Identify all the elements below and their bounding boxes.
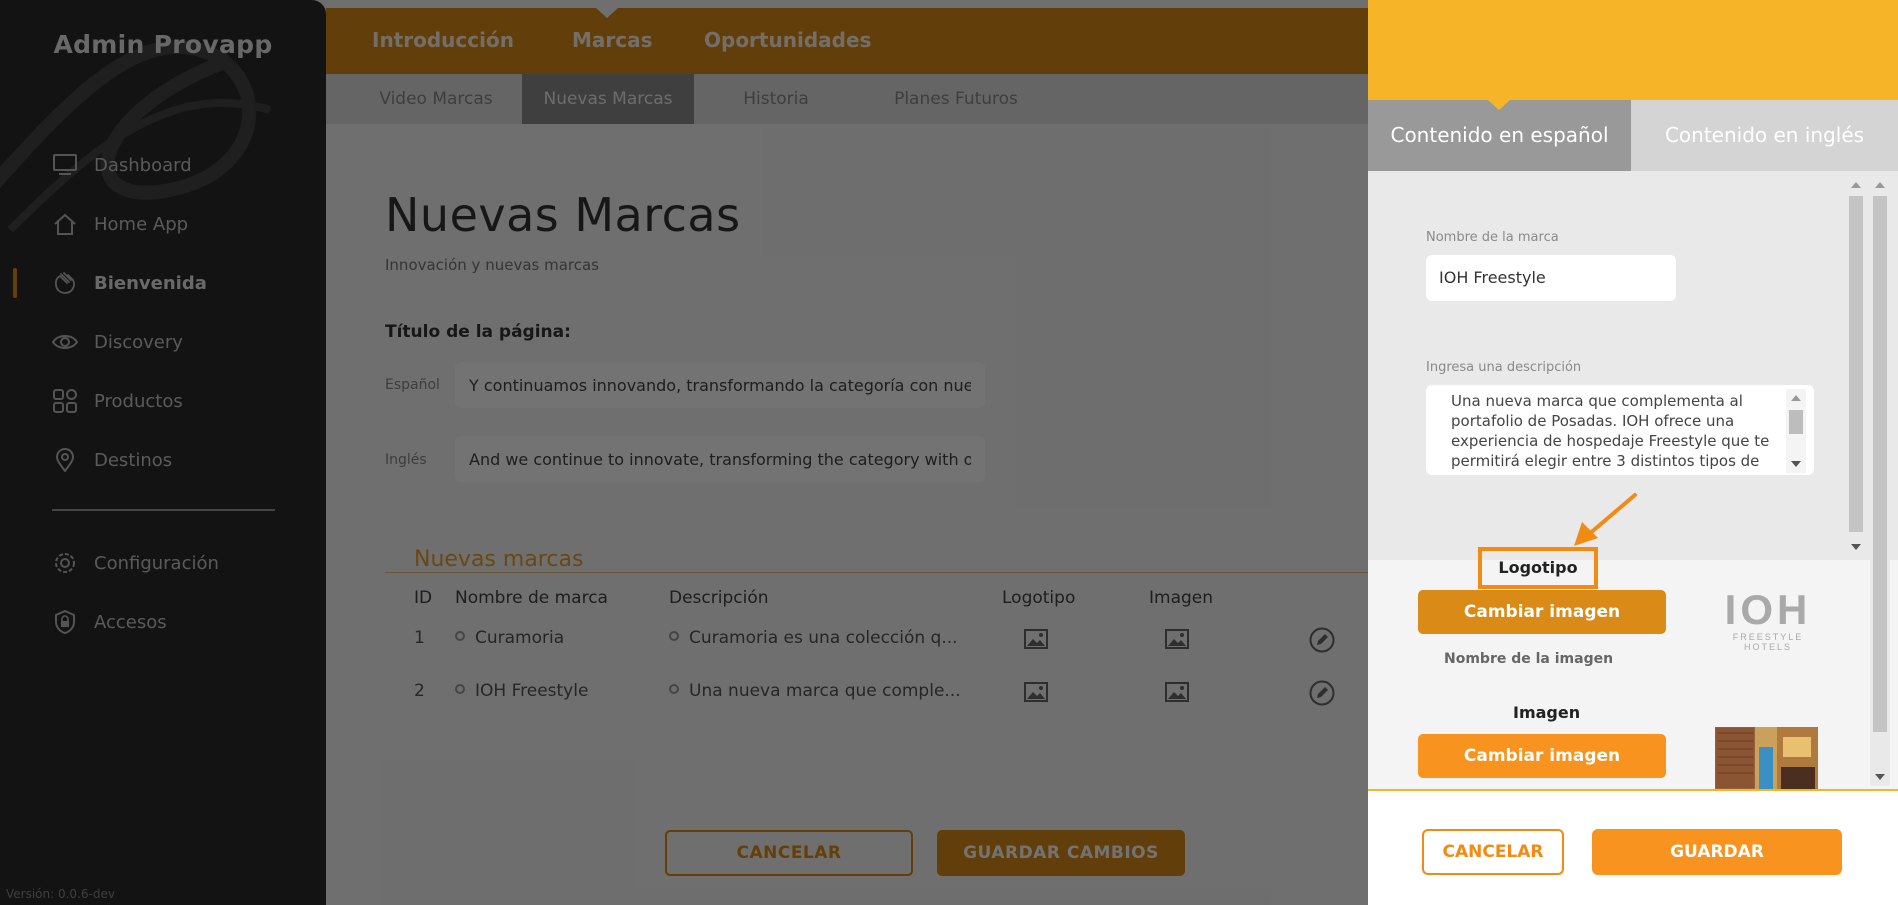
eye-icon: [52, 329, 78, 355]
column-header-id: ID: [414, 588, 433, 608]
hotel-photo: [1715, 727, 1818, 789]
sub-nav: Video Marcas Nuevas Marcas Historia Plan…: [326, 74, 1368, 124]
change-image-button[interactable]: Cambiar imagen: [1418, 734, 1666, 778]
save-changes-button[interactable]: GUARDAR CAMBIOS: [937, 830, 1185, 876]
sidebar-item-destinos[interactable]: Destinos: [0, 440, 326, 480]
inner-scrollbar[interactable]: [1846, 176, 1866, 556]
page-title: Nuevas Marcas: [385, 188, 741, 242]
row-description: Curamoria es una colección q...: [669, 628, 958, 648]
sidebar-item-dashboard[interactable]: Dashboard: [0, 145, 326, 185]
subtab-video-marcas[interactable]: Video Marcas: [356, 74, 516, 124]
column-header-logo: Logotipo: [1002, 588, 1076, 608]
sidebar-item-label: Accesos: [94, 611, 167, 633]
gear-icon: [52, 550, 78, 576]
shield-lock-icon: [52, 609, 78, 635]
sidebar-item-label: Dashboard: [94, 154, 192, 176]
sidebar-item-label: Bienvenida: [94, 272, 207, 294]
logo-label: Logotipo: [1478, 547, 1598, 589]
row-name: Curamoria: [455, 628, 564, 648]
logo-preview: IOH FREESTYLE HOTELS: [1713, 586, 1823, 653]
app-brand: Admin Provapp: [53, 30, 273, 59]
annotation-arrow-icon: [1574, 493, 1637, 546]
cancel-button[interactable]: CANCELAR: [665, 830, 913, 876]
change-logo-button[interactable]: Cambiar imagen: [1418, 590, 1666, 634]
row-description: Una nueva marca que comple...: [669, 681, 961, 701]
section-label: Título de la página:: [385, 322, 571, 342]
description-textarea[interactable]: Una nueva marca que complementa al porta…: [1426, 385, 1814, 475]
monitor-icon: [52, 152, 78, 178]
image-name-label: Nombre de la imagen: [1444, 651, 1614, 667]
sidebar-item-productos[interactable]: Productos: [0, 381, 326, 421]
tab-english-content[interactable]: Contenido en inglés: [1631, 100, 1898, 171]
map-pin-icon: [52, 447, 78, 473]
drawer-scrollbar[interactable]: [1870, 176, 1890, 786]
sidebar-item-label: Configuración: [94, 552, 219, 574]
app-version: Versión: 0.0.6-dev: [6, 887, 115, 901]
table-title-underline: [385, 572, 1368, 573]
title-spanish-input[interactable]: [455, 362, 985, 408]
active-tab-caret: [596, 8, 618, 18]
sidebar-item-home-app[interactable]: Home App: [0, 204, 326, 244]
sidebar-item-label: Productos: [94, 390, 183, 412]
table-title: Nuevas marcas: [414, 547, 584, 572]
home-icon: [52, 211, 78, 237]
column-header-image: Imagen: [1149, 588, 1214, 608]
bullet-icon: [669, 684, 679, 694]
image-icon[interactable]: [1165, 629, 1189, 649]
textarea-scrollbar[interactable]: [1786, 389, 1806, 473]
row-id: 2: [414, 681, 425, 701]
sidebar-item-label: Discovery: [94, 331, 183, 353]
sidebar-item-bienvenida[interactable]: Bienvenida: [0, 263, 326, 303]
tab-oportunidades[interactable]: Oportunidades: [704, 28, 871, 52]
spanish-label: Español: [385, 377, 440, 393]
edit-brand-drawer: Contenido en español Contenido en inglés…: [1368, 0, 1898, 905]
image-preview: [1715, 727, 1818, 789]
sidebar-item-label: Destinos: [94, 449, 173, 471]
column-header-name: Nombre de marca: [455, 588, 608, 608]
title-english-input[interactable]: [455, 436, 985, 482]
logo-text: IOH: [1724, 586, 1812, 633]
image-icon[interactable]: [1024, 682, 1048, 702]
description-label: Ingresa una descripción: [1426, 360, 1582, 375]
image-icon[interactable]: [1024, 629, 1048, 649]
sidebar-item-accesos[interactable]: Accesos: [0, 602, 326, 642]
page-subtitle: Innovación y nuevas marcas: [385, 256, 599, 274]
edit-icon[interactable]: [1309, 627, 1335, 653]
logo-subtext: FREESTYLE HOTELS: [1732, 632, 1804, 652]
row-id: 1: [414, 628, 425, 648]
edit-icon[interactable]: [1309, 680, 1335, 706]
sidebar-item-discovery[interactable]: Discovery: [0, 322, 326, 362]
sidebar-item-label: Home App: [94, 213, 189, 235]
tab-spanish-content[interactable]: Contenido en español: [1368, 100, 1631, 171]
tab-introduccion[interactable]: Introducción: [372, 28, 514, 52]
subtab-historia[interactable]: Historia: [716, 74, 836, 124]
bullet-icon: [455, 631, 465, 641]
grid-icon: [52, 388, 78, 414]
brand-name-input[interactable]: IOH Freestyle: [1426, 255, 1676, 301]
tab-marcas[interactable]: Marcas: [572, 28, 653, 52]
drawer-cancel-button[interactable]: CANCELAR: [1422, 829, 1564, 875]
subtab-planes-futuros[interactable]: Planes Futuros: [866, 74, 1046, 124]
bullet-icon: [669, 631, 679, 641]
wave-hand-icon: [52, 270, 78, 296]
subtab-nuevas-marcas[interactable]: Nuevas Marcas: [522, 74, 694, 124]
footer-divider: [1368, 789, 1898, 791]
drawer-save-button[interactable]: GUARDAR: [1592, 829, 1842, 875]
main-content: Introducción Marcas Oportunidades Video …: [326, 0, 1368, 905]
top-nav: Introducción Marcas Oportunidades: [326, 8, 1368, 74]
sidebar-item-configuracion[interactable]: Configuración: [0, 543, 326, 583]
english-label: Inglés: [385, 452, 427, 468]
image-icon[interactable]: [1165, 682, 1189, 702]
active-marker: [13, 268, 17, 298]
drawer-header: [1368, 0, 1898, 100]
column-header-description: Descripción: [669, 588, 769, 608]
row-name: IOH Freestyle: [455, 681, 588, 701]
active-tab-caret: [1488, 100, 1510, 110]
bullet-icon: [455, 684, 465, 694]
image-label: Imagen: [1513, 703, 1581, 722]
sidebar-divider: [52, 509, 275, 511]
sidebar: Admin Provapp Dashboard Home App Bienven…: [0, 0, 326, 905]
brand-name-label: Nombre de la marca: [1426, 230, 1559, 245]
